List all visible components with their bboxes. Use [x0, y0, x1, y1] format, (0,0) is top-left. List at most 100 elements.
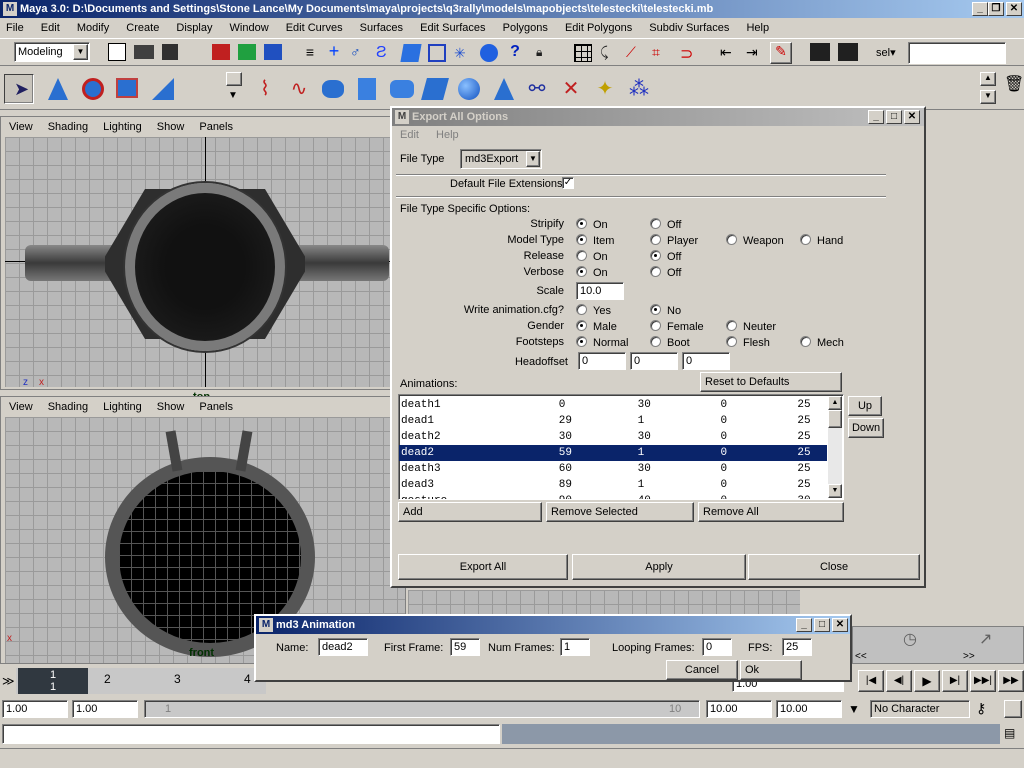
menu-surfaces[interactable]: Surfaces [360, 20, 403, 36]
scroll-down-arrow[interactable]: ▼ [828, 484, 842, 498]
anim-name-input[interactable]: dead2 [318, 638, 368, 656]
minimize-button[interactable]: _ [796, 618, 812, 632]
num-frames-input[interactable]: 1 [560, 638, 590, 656]
menu-create[interactable]: Create [126, 20, 159, 36]
scroll-thumb[interactable] [828, 410, 842, 428]
particles-icon[interactable]: ⁂ [624, 74, 654, 104]
joints-icon[interactable]: ♂ [350, 44, 368, 62]
gender-neuter-radio[interactable]: Neuter [726, 320, 776, 333]
panel-menu-shading[interactable]: Shading [48, 121, 88, 133]
model-type-weapon-radio[interactable]: Weapon [726, 234, 784, 247]
script-editor-icon[interactable]: ▤ [1004, 726, 1015, 740]
menu-edit-polygons[interactable]: Edit Polygons [565, 20, 632, 36]
plus-icon[interactable]: + [326, 42, 342, 60]
rotate-tool-icon[interactable] [112, 74, 142, 104]
preferences-icon[interactable] [1004, 700, 1022, 718]
close-button[interactable]: ✕ [1006, 2, 1022, 16]
panel-menu-show[interactable]: Show [157, 121, 185, 133]
cone-icon[interactable] [488, 74, 518, 104]
lasso-tool-icon[interactable] [42, 74, 72, 104]
panel-menu-view[interactable]: View [9, 401, 33, 413]
curves-icon[interactable]: Ƨ [376, 44, 394, 62]
default-ext-checkbox[interactable]: ✓ [562, 177, 574, 189]
animation-list-row[interactable]: death1 0 30 0 25 [399, 397, 827, 413]
shelf-menu-icon[interactable]: ▼ [228, 90, 238, 101]
extrude-icon[interactable] [386, 74, 416, 104]
ep-curve-icon[interactable]: ∿ [284, 74, 314, 104]
snap-curve-icon[interactable]: ⤹ [600, 44, 618, 62]
animation-list-row[interactable]: death2 30 30 0 25 [399, 429, 827, 445]
release-off-radio[interactable]: Off [650, 250, 681, 263]
play-icon[interactable]: ▶ [914, 670, 940, 692]
play-back-chevrons[interactable]: << [855, 651, 867, 662]
shelf-tab-button[interactable] [226, 72, 242, 86]
loft-icon[interactable] [352, 74, 382, 104]
end-time-field[interactable]: 10.00 [776, 700, 842, 718]
trash-icon[interactable]: 🗑︎ [1004, 74, 1024, 94]
footsteps-flesh-radio[interactable]: Flesh [726, 336, 770, 349]
maximize-button[interactable]: ❐ [988, 2, 1004, 16]
animation-list-row[interactable]: gesture9040030 [399, 493, 827, 499]
export-all-button[interactable]: Export All [398, 554, 568, 580]
reset-to-defaults-button[interactable]: Reset to Defaults [700, 372, 842, 392]
stripify-off-radio[interactable]: Off [650, 218, 681, 231]
move-tool-icon[interactable] [78, 74, 108, 104]
revolve-icon[interactable] [318, 74, 348, 104]
first-frame-input[interactable]: 59 [450, 638, 480, 656]
move-up-button[interactable]: Up [848, 396, 882, 416]
play-fwd-chevrons[interactable]: >> [963, 651, 975, 662]
new-scene-icon[interactable] [108, 43, 126, 61]
cancel-button[interactable]: Cancel [666, 660, 738, 680]
footsteps-boot-radio[interactable]: Boot [650, 336, 690, 349]
panel-menu-lighting[interactable]: Lighting [103, 401, 142, 413]
remove-all-button[interactable]: Remove All [698, 502, 844, 522]
go-to-start-icon[interactable]: |◀ [858, 670, 884, 692]
start-range-field[interactable]: 1.00 [72, 700, 138, 718]
menu-polygons[interactable]: Polygons [503, 20, 548, 36]
viewport-side-partial[interactable]: ◷ ↗ << >> [852, 626, 1024, 664]
cv-curve-icon[interactable]: ⌇ [250, 74, 280, 104]
ok-button[interactable]: Ok [740, 660, 802, 680]
spot-light-icon[interactable]: ✦ [590, 74, 620, 104]
step-forward-icon[interactable]: ▶| [942, 670, 968, 692]
step-back-icon[interactable]: ◀| [886, 670, 912, 692]
menu-file[interactable]: File [6, 20, 24, 36]
menu-modify[interactable]: Modify [77, 20, 109, 36]
dialog-menu-help[interactable]: Help [436, 126, 459, 144]
footsteps-normal-radio[interactable]: Normal [576, 336, 628, 349]
lock-icon[interactable]: 🔒︎ [536, 45, 550, 59]
footsteps-mech-radio[interactable]: Mech [800, 336, 844, 349]
close-button[interactable]: ✕ [832, 618, 848, 632]
gender-male-radio[interactable]: Male [576, 320, 617, 333]
select-tool-icon[interactable]: ➤ [4, 74, 34, 104]
quick-select-input[interactable] [908, 42, 1006, 64]
ik-handle-icon[interactable]: ✕ [556, 74, 586, 104]
maximize-button[interactable]: □ [814, 618, 830, 632]
start-time-field[interactable]: 1.00 [2, 700, 68, 718]
menu-edit-surfaces[interactable]: Edit Surfaces [420, 20, 485, 36]
output-ops-icon[interactable]: ⇥ [746, 44, 764, 62]
verbose-on-radio[interactable]: On [576, 266, 608, 279]
rendering-icon[interactable] [480, 44, 498, 62]
key-icon[interactable]: ⚷ [976, 700, 986, 717]
move-down-button[interactable]: Down [848, 418, 884, 438]
scale-input[interactable]: 10.0 [576, 282, 624, 300]
viewport-top-canvas[interactable]: top z x [5, 137, 391, 403]
animation-list-row[interactable]: death3 60 30 0 25 [399, 461, 827, 477]
planar-icon[interactable] [420, 74, 450, 104]
fps-input[interactable]: 25 [782, 638, 812, 656]
minimize-button[interactable]: _ [868, 110, 884, 124]
panel-menu-shading[interactable]: Shading [48, 401, 88, 413]
save-scene-icon[interactable] [162, 44, 178, 60]
release-on-radio[interactable]: On [576, 250, 608, 263]
chevron-down-icon[interactable]: ▼ [848, 702, 860, 716]
dynamics-icon[interactable]: ✳ [454, 45, 470, 61]
apply-button[interactable]: Apply [572, 554, 746, 580]
dialog-menu-edit[interactable]: Edit [400, 126, 419, 144]
select-object-icon[interactable] [238, 44, 256, 60]
stripify-on-radio[interactable]: On [576, 218, 608, 231]
panel-menu-panels[interactable]: Panels [199, 121, 233, 133]
current-frame-marker[interactable]: 1 1 [18, 668, 88, 694]
shelf-scroll-up[interactable]: ▲ [980, 72, 996, 86]
ipr-render-icon[interactable] [838, 43, 858, 61]
